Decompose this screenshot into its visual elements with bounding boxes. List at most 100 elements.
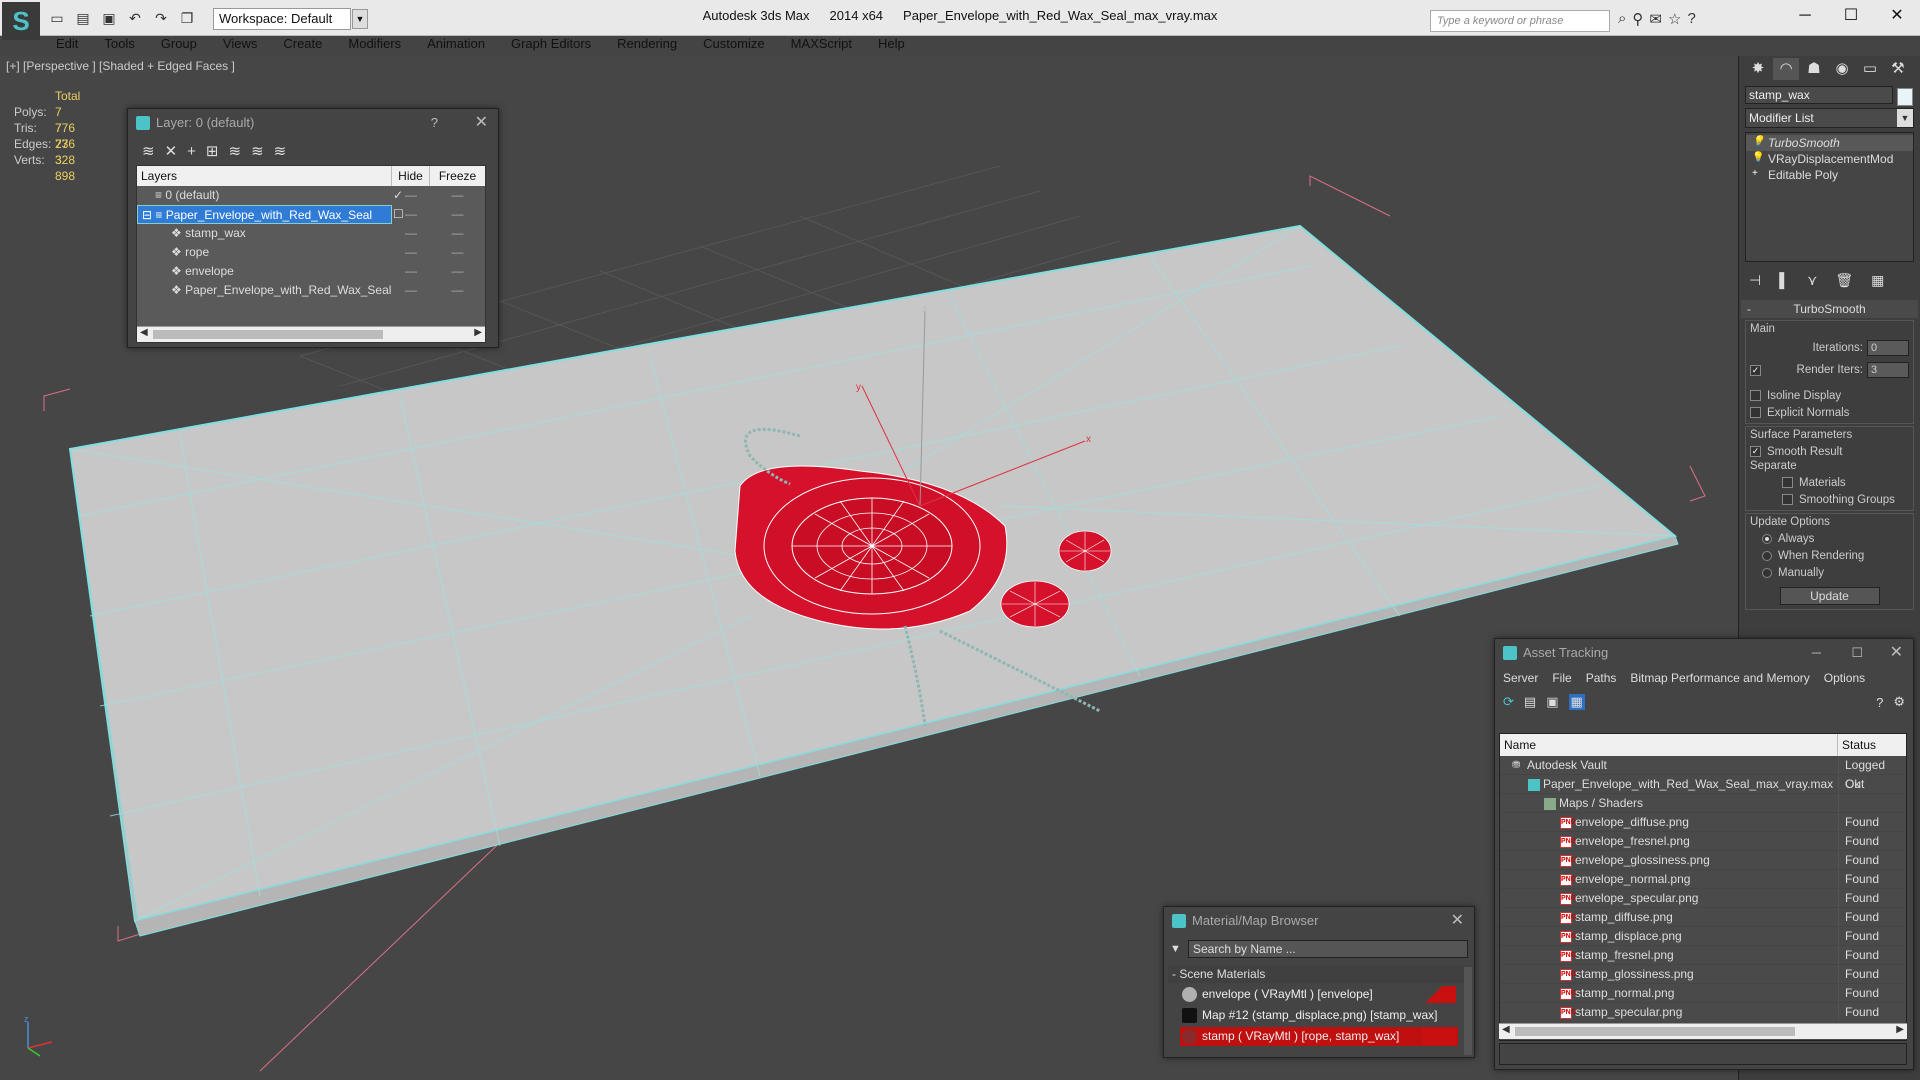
explicit-normals-checkbox[interactable]: Explicit Normals (1750, 404, 1909, 421)
modifier-stack[interactable]: 💡 TurboSmooth 💡 VRayDisplacementMod + Edita… (1745, 132, 1914, 262)
menu-graph-editors[interactable]: Graph Editors (499, 34, 603, 56)
materials-checkbox[interactable]: Materials (1750, 474, 1909, 491)
asset-row[interactable]: PNGenvelope_glossiness.png Found (1500, 851, 1906, 870)
highlight-layer-icon[interactable]: ≋ (229, 142, 242, 160)
asset-row[interactable]: PNGstamp_displace.png Found (1500, 927, 1906, 946)
create-tab-icon[interactable]: ✸ (1745, 58, 1771, 80)
menu-customize[interactable]: Customize (691, 34, 776, 56)
help-search-input[interactable]: Type a keyword or phrase (1430, 10, 1610, 32)
smooth-result-checkbox[interactable]: ✓ Smooth Result (1750, 443, 1909, 460)
asset-horizontal-scrollbar[interactable]: ◀ ▶ (1499, 1023, 1907, 1039)
hide-column-header[interactable]: Hide (392, 166, 430, 186)
freeze-toggle[interactable]: — (430, 281, 485, 300)
create-layer-icon[interactable]: ≋ (142, 142, 155, 160)
material-row-envelope[interactable]: envelope ( VRayMtl ) [envelope] (1180, 985, 1458, 1004)
minimize-icon[interactable]: ─ (1782, 0, 1828, 32)
list-view-icon[interactable]: ▤ (1524, 694, 1536, 710)
iterations-spinner[interactable]: 0 (1867, 340, 1909, 356)
collapse-rollout-icon[interactable]: - (1747, 300, 1751, 318)
freeze-toggle[interactable]: — (430, 243, 485, 262)
binoculars-icon[interactable]: ⌕ (1618, 10, 1626, 28)
hide-toggle[interactable]: — (392, 243, 430, 262)
turbosmooth-rollout-header[interactable]: - TurboSmooth (1741, 300, 1918, 318)
make-unique-icon[interactable]: ⋎ (1807, 272, 1817, 288)
scroll-right-icon[interactable]: ▶ (1896, 1024, 1904, 1035)
layers-column-header[interactable]: Layers (137, 166, 392, 186)
radio-dot[interactable] (1762, 550, 1772, 561)
hide-toggle[interactable]: — (392, 281, 430, 300)
help-icon[interactable]: ? (1876, 695, 1883, 710)
scrollbar-thumb[interactable] (153, 330, 383, 339)
material-browser-titlebar[interactable]: Material/Map Browser ✕ (1164, 907, 1474, 935)
menu-maxscript[interactable]: MAXScript (779, 34, 864, 56)
checkbox-box[interactable] (1750, 390, 1761, 401)
chevron-down-icon[interactable]: ▼ (352, 9, 368, 29)
freeze-toggle[interactable]: — (430, 262, 485, 281)
asset-row[interactable]: ⛃ Autodesk Vault Logged Out (1500, 756, 1906, 791)
scrollbar-thumb[interactable] (1515, 1027, 1795, 1036)
app-logo-icon[interactable]: S (2, 2, 40, 40)
minimize-icon[interactable]: ─ (1812, 639, 1821, 667)
material-map-browser[interactable]: Material/Map Browser ✕ ▼ Search by Name … (1163, 906, 1475, 1058)
select-objects-icon[interactable]: ⊞ (206, 142, 219, 160)
name-column-header[interactable]: Name (1500, 734, 1838, 756)
stack-item-editable-poly[interactable]: + Editable Poly (1746, 167, 1913, 183)
asset-row[interactable]: PNGstamp_specular.png Found (1500, 1003, 1906, 1022)
utilities-tab-icon[interactable]: ⚒ (1885, 58, 1911, 80)
search-by-name-input[interactable]: Search by Name ... (1188, 940, 1468, 958)
status-column-header[interactable]: Status (1838, 734, 1906, 756)
asset-tracking-dialog[interactable]: Asset Tracking ─ ☐ ✕ Server File Paths B… (1494, 638, 1914, 1070)
menu-bitmap-performance[interactable]: Bitmap Performance and Memory (1630, 667, 1809, 689)
show-end-result-icon[interactable]: ▌ (1779, 272, 1789, 288)
checkbox-box[interactable]: ✓ (1750, 446, 1761, 457)
maximize-icon[interactable]: ☐ (1851, 639, 1863, 667)
project-folder-icon[interactable]: ❐ (176, 8, 198, 28)
material-vertical-scrollbar[interactable] (1464, 967, 1472, 1055)
configure-sets-icon[interactable]: ▦ (1871, 272, 1884, 288)
menu-help[interactable]: Help (866, 34, 917, 56)
layer-object-row[interactable]: ❖ stamp_wax — — (137, 224, 485, 243)
render-iters-spinner[interactable]: 3 (1867, 362, 1909, 378)
close-icon[interactable]: ✕ (475, 109, 488, 137)
radio-dot[interactable] (1762, 533, 1772, 544)
checkbox-box[interactable] (1750, 407, 1761, 418)
menu-rendering[interactable]: Rendering (605, 34, 689, 56)
motion-tab-icon[interactable]: ◉ (1829, 58, 1855, 80)
scroll-left-icon[interactable]: ◀ (1502, 1024, 1510, 1035)
asset-row[interactable]: PNGenvelope_normal.png Found (1500, 870, 1906, 889)
asset-row[interactable]: PNGstamp_normal.png Found (1500, 984, 1906, 1003)
menu-tools[interactable]: Tools (92, 34, 146, 56)
radio-dot[interactable] (1762, 567, 1772, 578)
close-icon[interactable]: ✕ (1451, 907, 1464, 935)
save-file-icon[interactable]: ▣ (98, 8, 120, 28)
options-icon[interactable]: ⚙ (1893, 694, 1905, 710)
layer-object-row[interactable]: ❖ envelope — — (137, 262, 485, 281)
new-file-icon[interactable]: ▭ (46, 8, 68, 28)
layer-dialog[interactable]: Layer: 0 (default) ? ✕ ≋ ✕ + ⊞ ≋ ≋ ≋ Lay… (127, 108, 499, 348)
render-iters-checkbox[interactable]: ✓ (1750, 364, 1761, 376)
thumbnail-view-icon[interactable]: ▣ (1546, 694, 1558, 710)
help-icon[interactable]: ? (1687, 10, 1695, 28)
modifier-list-dropdown[interactable]: Modifier List ▼ (1745, 108, 1914, 128)
modify-tab-icon[interactable]: ◠ (1773, 58, 1799, 80)
display-tab-icon[interactable]: ▭ (1857, 58, 1883, 80)
hide-all-icon[interactable]: ≋ (251, 142, 264, 160)
layer-table[interactable]: Layers Hide Freeze ≡ 0 (default) ✓ — — ⊟… (136, 165, 486, 343)
open-file-icon[interactable]: ▤ (72, 8, 94, 28)
object-name-field[interactable]: stamp_wax (1745, 86, 1893, 104)
asset-row[interactable]: PNGstamp_glossiness.png Found (1500, 965, 1906, 984)
layer-horizontal-scrollbar[interactable]: ◀ ▶ (137, 326, 485, 342)
current-layer-checkmark-icon[interactable]: ✓ (393, 186, 407, 205)
current-layer-checkbox[interactable]: ☐ (393, 205, 407, 224)
asset-table[interactable]: Name Status ⛃ Autodesk Vault Logged Out Pap… (1499, 733, 1907, 1041)
maximize-icon[interactable]: ☐ (1828, 0, 1874, 32)
asset-row[interactable]: PNGenvelope_specular.png Found (1500, 889, 1906, 908)
isoline-display-checkbox[interactable]: Isoline Display (1750, 387, 1909, 404)
update-button[interactable]: Update (1779, 587, 1880, 605)
asset-row[interactable]: Maps / Shaders (1500, 794, 1906, 813)
stack-item-vraydisplacementmod[interactable]: 💡 VRayDisplacementMod (1746, 151, 1913, 167)
object-color-swatch[interactable] (1897, 88, 1913, 106)
search-options-icon[interactable]: ▼ (1170, 943, 1188, 955)
close-icon[interactable]: ✕ (1890, 639, 1903, 667)
lightbulb-icon[interactable]: 💡 (1752, 137, 1764, 147)
